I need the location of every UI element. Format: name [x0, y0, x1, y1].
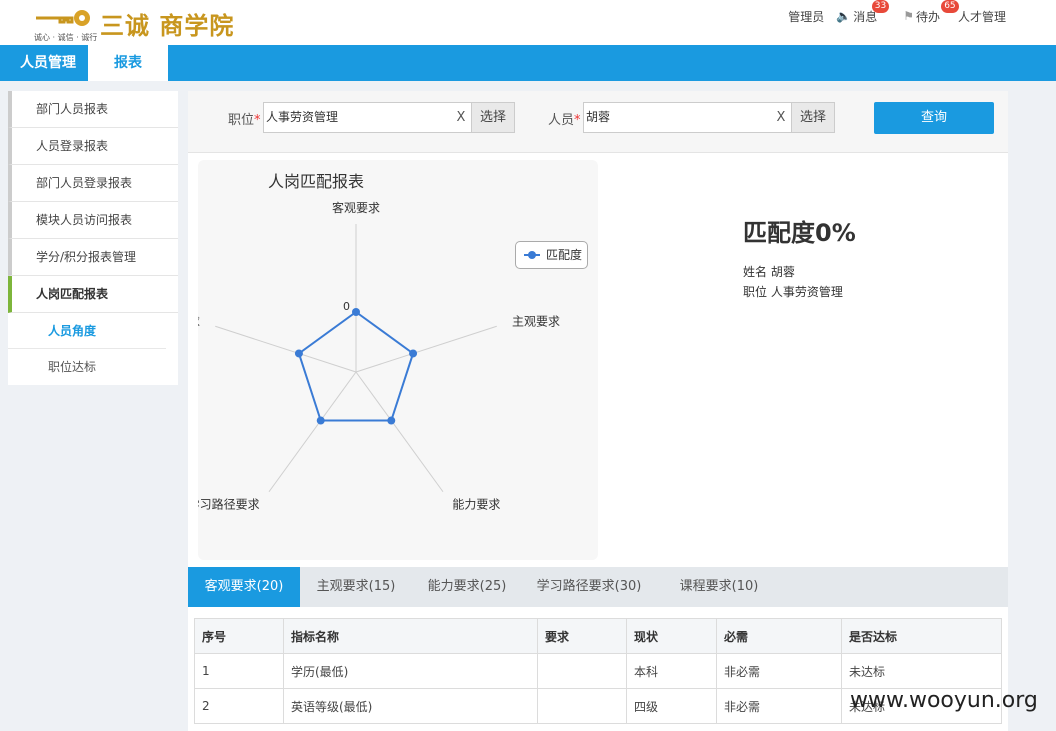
position-select-button[interactable]: 选择 — [471, 102, 515, 133]
tab-ability[interactable]: 能力要求(25) — [412, 567, 522, 607]
todo-link[interactable]: ⚑ 待办 65 — [903, 0, 959, 25]
radar-axis-line — [268, 371, 357, 493]
col-compliance: 是否达标 — [841, 618, 1002, 654]
main-navbar: 人员管理 报表 — [0, 45, 1056, 81]
messages-badge: 33 — [871, 0, 890, 13]
chart-title: 人岗匹配报表 — [268, 172, 365, 191]
radar-data-point[interactable] — [352, 308, 360, 316]
col-requirement: 要求 — [537, 618, 627, 654]
radar-indicator-label: 学习路径要求 — [198, 497, 260, 512]
radar-axis-tick: 0 — [343, 300, 350, 313]
sidebar-subitem-position-compliance[interactable]: 职位达标 — [8, 349, 166, 385]
nav-tab-report[interactable]: 报表 — [88, 45, 168, 81]
tab-subjective[interactable]: 主观要求(15) — [300, 567, 412, 607]
person-label: 人员* — [548, 113, 581, 128]
col-indicator: 指标名称 — [283, 618, 538, 654]
position-input[interactable]: 人事劳资管理 — [263, 102, 473, 133]
flag-icon: ⚑ — [903, 9, 914, 23]
position-clear-button[interactable]: X — [450, 102, 472, 133]
radar-axis-line — [355, 325, 497, 373]
logo-text: 三诚 商学院 — [100, 11, 235, 40]
sidebar-item-module-access-report[interactable]: 模块人员访问报表 — [8, 202, 178, 239]
tab-objective[interactable]: 客观要求(20) — [188, 567, 300, 607]
todo-badge: 65 — [941, 0, 959, 13]
radar-data-point[interactable] — [409, 349, 418, 358]
cell-compliance: 未达标 — [841, 653, 1002, 689]
sidebar-item-credit-report[interactable]: 学分/积分报表管理 — [8, 239, 178, 276]
cell-indicator: 学历(最低) — [283, 653, 538, 689]
radar-chart: 客观要求主观要求能力要求 学习路径要求课程要求 0 人岗匹配报表 匹配度 — [198, 160, 598, 560]
cell-requirement — [537, 653, 627, 689]
logo-slogan: 诚心 · 诚信 · 诚行 — [34, 33, 98, 42]
radar-indicator-label: 主观要求 — [512, 314, 560, 328]
sidebar: 部门人员报表 人员登录报表 部门人员登录报表 模块人员访问报表 学分/积分报表管… — [8, 91, 178, 385]
key-logo-icon — [36, 10, 90, 26]
todo-label: 待办 — [915, 9, 940, 24]
messages-link[interactable]: 🔈 消息 33 — [836, 0, 890, 25]
sidebar-item-login-report[interactable]: 人员登录报表 — [8, 128, 178, 165]
admin-link[interactable]: 管理员 — [788, 8, 824, 25]
table-row: 1 学历(最低) 本科 非必需 未达标 — [194, 653, 1002, 689]
top-nav: 管理员 🔈 消息 33 ⚑ 待办 65 人才管理 — [778, 0, 1006, 26]
watermark: www.wooyun.org — [850, 688, 1038, 713]
filter-bar: 职位* 人事劳资管理 X 选择 人员* 胡蓉 X 选择 查询 — [188, 91, 1008, 153]
radar-indicator-label: 能力要求 — [452, 498, 500, 512]
top-header: 三诚 商学院 诚心 · 诚信 · 诚行 管理员 🔈 消息 33 ⚑ 待办 65 … — [0, 0, 1056, 45]
tab-course[interactable]: 课程要求(10) — [656, 567, 782, 607]
col-index: 序号 — [194, 618, 284, 654]
person-clear-button[interactable]: X — [770, 102, 792, 133]
query-button[interactable]: 查询 — [874, 102, 994, 134]
cell-index: 1 — [194, 653, 284, 689]
requirement-tabs: 客观要求(20) 主观要求(15) 能力要求(25) 学习路径要求(30) 课程… — [188, 567, 1008, 607]
legend-label: 匹配度 — [546, 248, 583, 262]
talent-link[interactable]: 人才管理 — [958, 8, 1006, 25]
radar-indicator-label: 课程要求 — [198, 313, 200, 328]
radar-data-point[interactable] — [294, 349, 303, 358]
cell-requirement — [537, 688, 627, 724]
cell-indicator: 英语等级(最低) — [283, 688, 538, 724]
talent-label: 人才管理 — [957, 9, 1006, 24]
radar-indicator-label: 客观要求 — [332, 200, 380, 215]
cell-current: 本科 — [626, 653, 717, 689]
match-name: 姓名 胡蓉 — [743, 265, 795, 279]
cell-current: 四级 — [626, 688, 717, 724]
cell-index: 2 — [194, 688, 284, 724]
nav-tab-hr[interactable]: 人员管理 — [8, 45, 88, 81]
match-percentage: 匹配度0% — [743, 219, 856, 247]
sidebar-item-job-match-report[interactable]: 人岗匹配报表 — [8, 276, 178, 313]
report-content: 客观要求主观要求能力要求 学习路径要求课程要求 0 人岗匹配报表 匹配度 匹配度0%… — [188, 153, 1008, 567]
speaker-icon: 🔈 — [836, 9, 852, 23]
radar-data-point[interactable] — [387, 416, 396, 425]
radar-data-point[interactable] — [316, 416, 325, 425]
tab-learning-path[interactable]: 学习路径要求(30) — [522, 567, 656, 607]
col-current: 现状 — [626, 618, 717, 654]
match-position: 职位 人事劳资管理 — [743, 285, 843, 299]
cell-required: 非必需 — [716, 688, 842, 724]
radar-axis-line — [215, 325, 357, 373]
legend-marker — [524, 251, 540, 259]
person-select-button[interactable]: 选择 — [791, 102, 835, 133]
admin-label: 管理员 — [788, 9, 825, 24]
logo[interactable]: 三诚 商学院 诚心 · 诚信 · 诚行 — [34, 6, 244, 42]
sidebar-item-dept-login-report[interactable]: 部门人员登录报表 — [8, 165, 178, 202]
chart-legend[interactable]: 匹配度 — [515, 241, 588, 269]
sidebar-item-dept-report[interactable]: 部门人员报表 — [8, 91, 178, 128]
match-info: 匹配度0% 姓名 胡蓉 职位 人事劳资管理 — [743, 213, 856, 302]
table-header-row: 序号 指标名称 要求 现状 必需 是否达标 — [194, 618, 1002, 654]
position-label: 职位* — [228, 113, 261, 128]
cell-required: 非必需 — [716, 653, 842, 689]
person-input[interactable]: 胡蓉 — [583, 102, 793, 133]
radar-axis-line — [355, 371, 444, 493]
sidebar-subitem-person-view[interactable]: 人员角度 — [8, 313, 166, 349]
col-required: 必需 — [716, 618, 842, 654]
radar-chart-svg: 客观要求主观要求能力要求 学习路径要求课程要求 0 — [198, 200, 560, 512]
